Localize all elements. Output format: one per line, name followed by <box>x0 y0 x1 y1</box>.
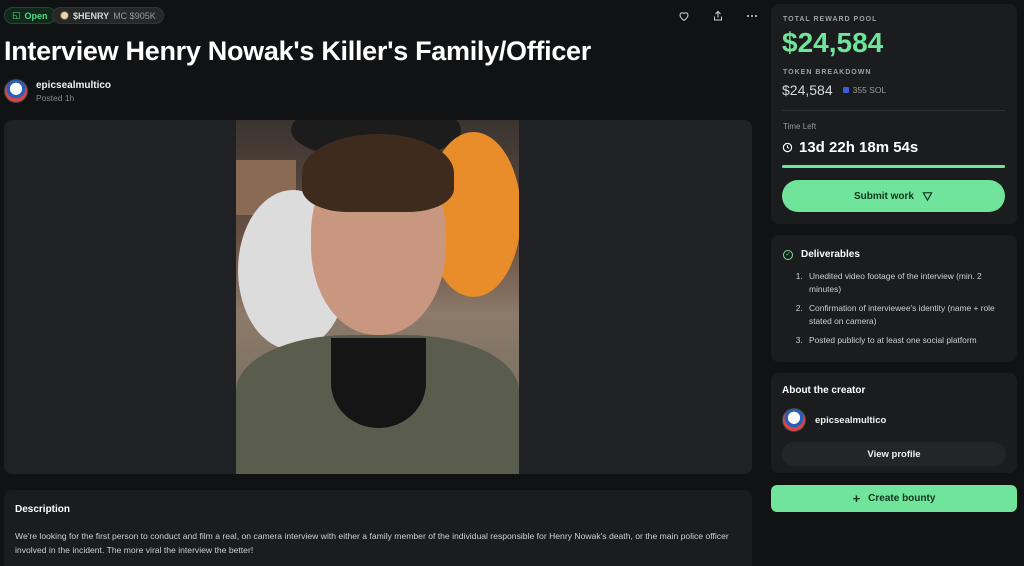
reward-card: TOTAL REWARD POOL $24,584 TOKEN BREAKDOW… <box>771 4 1017 224</box>
header-actions <box>676 8 760 24</box>
breakdown-value: $24,584 <box>782 82 833 98</box>
avatar <box>4 79 28 103</box>
creator-name[interactable]: epicsealmultico <box>815 415 886 426</box>
page-title: Interview Henry Nowak's Killer's Family/… <box>4 36 591 66</box>
heart-icon[interactable] <box>676 8 692 24</box>
deliverables-card: ✓ Deliverables Unedited video footage of… <box>771 235 1017 362</box>
time-progress-track <box>782 165 1005 168</box>
plus-icon: + <box>852 491 861 506</box>
breakdown-label: TOKEN BREAKDOWN <box>783 69 872 76</box>
author-row[interactable]: epicsealmultico Posted 1h <box>4 79 111 103</box>
reward-label: TOTAL REWARD POOL <box>783 16 878 23</box>
time-left-label: Time Left <box>783 122 817 131</box>
description-body: We're looking for the first person to co… <box>15 531 729 555</box>
submit-work-button[interactable]: Submit work <box>782 180 1005 212</box>
token-avatar-icon <box>60 11 69 20</box>
creator-card: About the creator epicsealmultico View p… <box>771 373 1017 473</box>
share-icon[interactable] <box>710 8 726 24</box>
send-icon <box>922 191 933 201</box>
posted-time: Posted 1h <box>36 92 75 103</box>
list-item: Confirmation of interviewee's identity (… <box>805 302 1005 328</box>
deliverables-heading: ✓ Deliverables <box>783 249 1005 260</box>
bounty-photo <box>236 120 519 474</box>
creator-heading: About the creator <box>782 385 866 396</box>
creator-row[interactable]: epicsealmultico <box>782 408 1006 432</box>
token-breakdown: $24,584 355 SOL <box>782 82 886 98</box>
description-heading: Description <box>15 504 71 515</box>
clock-icon <box>782 142 793 153</box>
reward-amount: $24,584 <box>782 27 884 58</box>
bounty-image-container <box>4 120 752 474</box>
time-progress-fill <box>782 165 1005 168</box>
author-name[interactable]: epicsealmultico <box>36 80 111 91</box>
token-chip[interactable]: $HENRY MC $905K <box>52 7 164 24</box>
create-bounty-button[interactable]: + Create bounty <box>771 485 1017 512</box>
list-item: Posted publicly to at least one social p… <box>805 334 1005 347</box>
avatar <box>782 408 806 432</box>
sol-icon <box>842 87 849 93</box>
description-card: Description We're looking for the first … <box>4 490 752 566</box>
status-badge: ◱ Open <box>4 7 56 24</box>
sol-amount: 355 SOL <box>842 85 886 95</box>
view-profile-button[interactable]: View profile <box>782 442 1006 466</box>
lock-icon: ◱ <box>12 10 21 20</box>
check-circle-icon: ✓ <box>783 249 793 260</box>
countdown: 13d 22h 18m 54s <box>782 139 918 156</box>
more-icon[interactable] <box>744 8 760 24</box>
deliverables-list: Unedited video footage of the interview … <box>783 270 1005 347</box>
list-item: Unedited video footage of the interview … <box>805 270 1005 296</box>
divider <box>782 110 1005 111</box>
